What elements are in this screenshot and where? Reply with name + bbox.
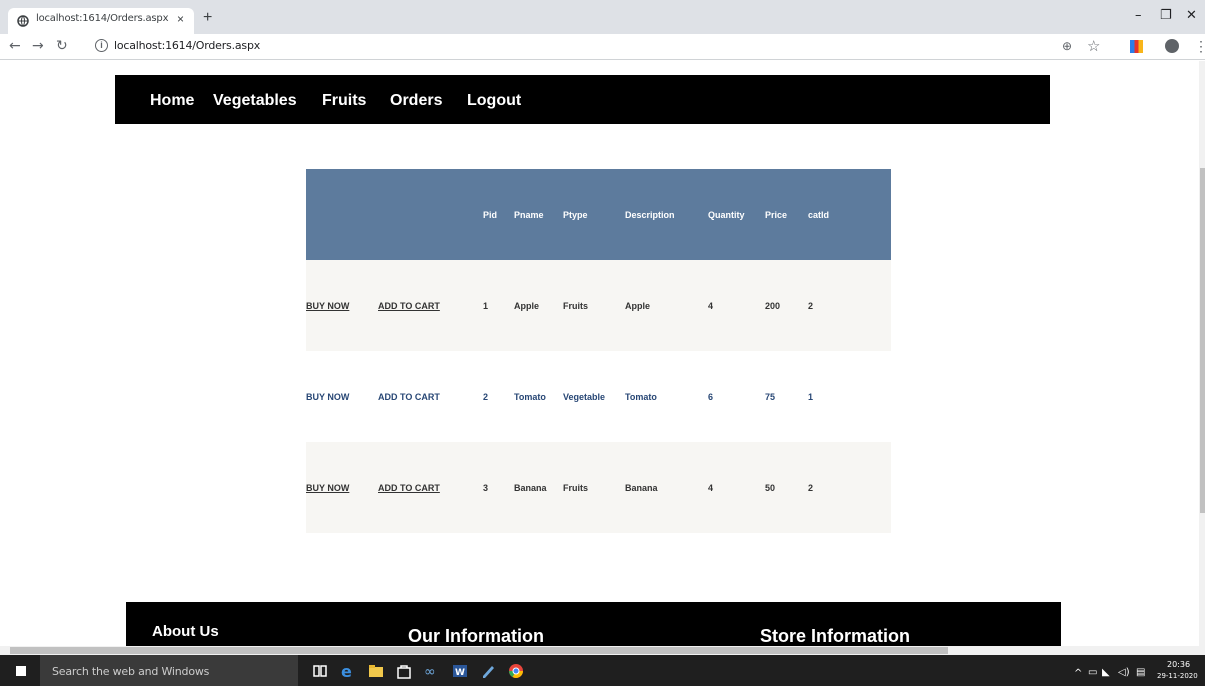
- cell-ptype: Fruits: [563, 442, 625, 533]
- cell-pname: Tomato: [514, 351, 563, 442]
- nav-link-orders[interactable]: Orders: [390, 92, 442, 110]
- nav-link-logout[interactable]: Logout: [467, 92, 521, 110]
- add-to-cart-link[interactable]: ADD TO CART: [378, 301, 440, 311]
- tab-title: localhost:1614/Orders.aspx: [36, 13, 169, 24]
- cell-description: Banana: [625, 442, 708, 533]
- cell-description: Tomato: [625, 351, 708, 442]
- url-text[interactable]: localhost:1614/Orders.aspx: [114, 39, 260, 52]
- cell-catid: 1: [808, 351, 891, 442]
- footer-store-information-heading: Store Information: [760, 626, 911, 646]
- nav-link-vegetables[interactable]: Vegetables: [213, 92, 297, 110]
- cell-pname: Apple: [514, 260, 563, 351]
- nav-link-fruits[interactable]: Fruits: [322, 92, 366, 110]
- header-cell-catid: catId: [808, 169, 891, 260]
- store-icon[interactable]: [396, 663, 412, 679]
- menu-icon[interactable]: ⋮: [1194, 38, 1205, 55]
- battery-icon[interactable]: ▭: [1088, 667, 1097, 678]
- cell-ptype: Fruits: [563, 260, 625, 351]
- header-cell-pid: Pid: [483, 169, 514, 260]
- cell-pid: 2: [483, 351, 514, 442]
- browser-tabstrip: localhost:1614/Orders.aspx × + – ❐ ✕: [0, 0, 1205, 34]
- volume-icon[interactable]: ◁): [1118, 667, 1130, 678]
- header-cell-price: Price: [765, 169, 808, 260]
- cell-price: 50: [765, 442, 808, 533]
- globe-icon: [17, 15, 29, 27]
- notification-icon[interactable]: ▤: [1136, 667, 1145, 678]
- table-row: BUY NOW ADD TO CART 1 Apple Fruits Apple…: [306, 260, 891, 351]
- buy-now-link[interactable]: BUY NOW: [306, 301, 349, 311]
- site-footer: About Us Our Information Store Informati…: [126, 602, 1061, 646]
- info-icon[interactable]: i: [95, 39, 108, 52]
- minimize-button[interactable]: –: [1135, 8, 1142, 23]
- cell-quantity: 4: [708, 260, 765, 351]
- buy-now-link[interactable]: BUY NOW: [306, 483, 349, 493]
- chrome-icon[interactable]: [508, 663, 524, 679]
- cell-catid: 2: [808, 442, 891, 533]
- network-icon[interactable]: ◣: [1102, 667, 1110, 678]
- header-cell-cart: [378, 169, 483, 260]
- table-row: BUY NOW ADD TO CART 2 Tomato Vegetable T…: [306, 351, 891, 442]
- header-cell-description: Description: [625, 169, 708, 260]
- horizontal-scrollbar-thumb[interactable]: [10, 647, 948, 654]
- cell-description: Apple: [625, 260, 708, 351]
- new-tab-button[interactable]: +: [203, 9, 212, 27]
- word-icon[interactable]: W: [452, 663, 468, 679]
- tray-chevron-icon[interactable]: ^: [1074, 668, 1082, 679]
- cell-catid: 2: [808, 260, 891, 351]
- cell-pid: 3: [483, 442, 514, 533]
- cell-price: 200: [765, 260, 808, 351]
- file-explorer-icon[interactable]: [368, 663, 384, 679]
- address-bar[interactable]: i localhost:1614/Orders.aspx: [93, 37, 1113, 57]
- account-icon[interactable]: [1165, 39, 1179, 53]
- cell-pid: 1: [483, 260, 514, 351]
- zoom-icon[interactable]: ⊕: [1062, 39, 1072, 53]
- back-icon[interactable]: ←: [9, 38, 21, 54]
- add-to-cart-link[interactable]: ADD TO CART: [378, 483, 440, 493]
- cell-ptype: Vegetable: [563, 351, 625, 442]
- vertical-scrollbar-thumb[interactable]: [1200, 168, 1205, 513]
- add-to-cart-link[interactable]: ADD TO CART: [378, 392, 440, 402]
- svg-text:W: W: [455, 668, 465, 678]
- svg-text:e: e: [341, 663, 352, 679]
- header-cell-pname: Pname: [514, 169, 563, 260]
- cell-quantity: 6: [708, 351, 765, 442]
- page-viewport: Home Vegetables Fruits Orders Logout Pid…: [0, 61, 1205, 646]
- task-view-icon[interactable]: [312, 663, 328, 679]
- browser-toolbar: ← → ↻ i localhost:1614/Orders.aspx: [0, 34, 1205, 60]
- table-row: BUY NOW ADD TO CART 3 Banana Fruits Bana…: [306, 442, 891, 533]
- bookmark-star-icon[interactable]: ☆: [1087, 37, 1100, 55]
- site-nav: Home Vegetables Fruits Orders Logout: [115, 75, 1050, 124]
- clock-date[interactable]: 29-11-2020: [1157, 672, 1198, 680]
- cell-quantity: 4: [708, 442, 765, 533]
- header-cell-quantity: Quantity: [708, 169, 765, 260]
- footer-our-information-heading: Our Information: [408, 626, 544, 646]
- close-window-button[interactable]: ✕: [1186, 8, 1197, 23]
- buy-now-link[interactable]: BUY NOW: [306, 392, 349, 402]
- infinity-app-icon[interactable]: ∞: [424, 663, 440, 679]
- nav-link-home[interactable]: Home: [150, 92, 194, 110]
- pen-app-icon[interactable]: [480, 663, 496, 679]
- windows-start-icon[interactable]: [16, 666, 26, 676]
- maximize-button[interactable]: ❐: [1160, 8, 1172, 23]
- svg-text:∞: ∞: [424, 664, 436, 679]
- header-cell-buy: [306, 169, 378, 260]
- tab-close-icon[interactable]: ×: [177, 12, 184, 26]
- taskbar-search-placeholder[interactable]: Search the web and Windows: [52, 665, 209, 678]
- clock-time[interactable]: 20:36: [1167, 660, 1190, 669]
- table-header-row: Pid Pname Ptype Description Quantity Pri…: [306, 169, 891, 260]
- header-cell-ptype: Ptype: [563, 169, 625, 260]
- reload-icon[interactable]: ↻: [56, 38, 68, 54]
- footer-about-heading: About Us: [152, 623, 219, 640]
- cell-price: 75: [765, 351, 808, 442]
- orders-table: Pid Pname Ptype Description Quantity Pri…: [306, 169, 891, 533]
- cell-pname: Banana: [514, 442, 563, 533]
- forward-icon[interactable]: →: [32, 38, 44, 54]
- extension-icon[interactable]: [1130, 40, 1143, 53]
- edge-browser-icon[interactable]: e: [340, 663, 356, 679]
